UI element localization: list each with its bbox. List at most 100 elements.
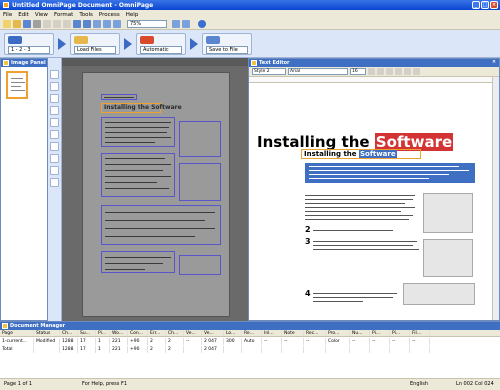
column-header[interactable]: Wo... — [110, 330, 128, 336]
fit-page-icon[interactable] — [172, 20, 180, 28]
pointer-tool-icon[interactable] — [50, 70, 59, 79]
zoom-in-icon[interactable] — [103, 20, 111, 28]
column-header[interactable]: Ch... — [60, 330, 78, 336]
redo-icon[interactable] — [83, 20, 91, 28]
table-cell: Modified — [34, 338, 60, 345]
vertical-scrollbar[interactable] — [492, 77, 499, 320]
document-image[interactable] — [403, 283, 475, 305]
menu-file[interactable]: File — [3, 12, 12, 18]
text-zone-icon[interactable] — [50, 94, 59, 103]
picture-zone-icon[interactable] — [50, 118, 59, 127]
save-select[interactable]: Save to File — [206, 46, 248, 54]
open-folder-icon[interactable] — [13, 20, 21, 28]
menu-edit[interactable]: Edit — [18, 12, 29, 18]
load-files-select[interactable]: Load Files — [74, 46, 116, 54]
column-header[interactable]: Page — [0, 330, 34, 336]
align-right-icon[interactable] — [413, 68, 420, 75]
menu-format[interactable]: Format — [54, 12, 73, 18]
zone-heading[interactable]: Installing the Software — [101, 103, 182, 113]
column-header[interactable]: Con... — [128, 330, 148, 336]
fit-width-icon[interactable] — [182, 20, 190, 28]
table-zone-icon[interactable] — [50, 106, 59, 115]
save-icon[interactable] — [23, 20, 31, 28]
undo-icon[interactable] — [73, 20, 81, 28]
zone-tool-icon[interactable] — [50, 82, 59, 91]
align-center-icon[interactable] — [404, 68, 411, 75]
column-header[interactable]: Ve... — [184, 330, 202, 336]
paste-icon[interactable] — [63, 20, 71, 28]
bold-icon[interactable] — [368, 68, 375, 75]
workflow-step-load[interactable]: Load Files — [70, 33, 120, 55]
zoom-select[interactable]: 75% — [127, 20, 167, 28]
print-icon[interactable] — [33, 20, 41, 28]
maximize-button[interactable]: □ — [481, 1, 489, 9]
zone-picture[interactable] — [179, 255, 221, 275]
cut-icon[interactable] — [43, 20, 51, 28]
cursor-position: Ln 002 Col 024 — [456, 381, 494, 387]
italic-icon[interactable] — [377, 68, 384, 75]
workflow-step-layout[interactable]: Automatic — [136, 33, 186, 55]
column-header[interactable]: Su... — [78, 330, 96, 336]
table-cell: -- — [304, 338, 326, 345]
page-thumbnail[interactable] — [6, 71, 28, 99]
document-image[interactable] — [423, 239, 473, 277]
column-header[interactable]: Lo... — [224, 330, 242, 336]
zone-step-four[interactable] — [101, 251, 175, 273]
crop-icon[interactable] — [50, 154, 59, 163]
layout-select[interactable]: Automatic — [140, 46, 182, 54]
page-image[interactable]: Installing the Software — [82, 72, 230, 317]
column-header[interactable]: Pro... — [326, 330, 350, 336]
new-document-icon[interactable] — [3, 20, 11, 28]
zone-steps[interactable] — [101, 153, 175, 197]
column-header[interactable]: Nu... — [350, 330, 370, 336]
zone-picture[interactable] — [179, 163, 221, 201]
menu-tools[interactable]: Tools — [79, 12, 93, 18]
menu-view[interactable]: View — [35, 12, 48, 18]
zone-table[interactable] — [101, 205, 221, 245]
column-header[interactable]: Inl... — [262, 330, 282, 336]
zone-paragraph[interactable] — [101, 117, 175, 147]
column-header[interactable]: Ch... — [166, 330, 184, 336]
column-header[interactable]: Status — [34, 330, 60, 336]
zone-picture[interactable] — [179, 121, 221, 157]
text-document[interactable]: Installing the Software Installing the S… — [253, 83, 492, 320]
zone-label[interactable] — [101, 94, 137, 100]
help-icon[interactable] — [198, 20, 206, 28]
menu-help[interactable]: Help — [126, 12, 139, 18]
table-cell: 1288 — [60, 346, 78, 353]
table-row[interactable]: 1-current... Modified 1288 17 1 221 +90 2 2 -- 2 0… — [0, 338, 500, 345]
column-header[interactable]: Pi... — [390, 330, 410, 336]
column-header[interactable]: Pi... — [370, 330, 390, 336]
table-row[interactable]: Total 1288 17 1 221 +90 2 2 2 047 — [0, 346, 500, 353]
zoom-out-icon[interactable] — [113, 20, 121, 28]
close-icon[interactable]: × — [491, 60, 497, 66]
deskew-icon[interactable] — [50, 142, 59, 151]
table-cell: Total — [0, 346, 34, 353]
column-header[interactable]: Err... — [148, 330, 166, 336]
page-range-select[interactable]: 1 - 2 - 3 — [8, 46, 50, 54]
close-button[interactable]: × — [490, 1, 498, 9]
underline-icon[interactable] — [386, 68, 393, 75]
rotate-icon[interactable] — [50, 130, 59, 139]
workflow-step-save[interactable]: Save to File — [202, 33, 252, 55]
selected-heading-zone[interactable]: Installing the Software — [301, 149, 421, 159]
document-image[interactable] — [423, 193, 473, 233]
align-left-icon[interactable] — [395, 68, 402, 75]
font-select[interactable]: Arial — [288, 68, 348, 75]
menu-process[interactable]: Process — [99, 12, 120, 18]
grid-icon[interactable] — [50, 166, 59, 175]
workflow-step-pages[interactable]: 1 - 2 - 3 — [4, 33, 54, 55]
magnify-icon[interactable] — [50, 178, 59, 187]
style-select[interactable]: Style 2 — [252, 68, 286, 75]
minimize-button[interactable]: _ — [472, 1, 480, 9]
column-header[interactable]: Ve... — [202, 330, 224, 336]
column-header[interactable]: Rec... — [304, 330, 326, 336]
copy-icon[interactable] — [53, 20, 61, 28]
column-header[interactable]: Re... — [242, 330, 262, 336]
font-size-select[interactable]: 16 — [350, 68, 366, 75]
column-header[interactable]: Fil... — [410, 330, 430, 336]
column-header[interactable]: Note — [282, 330, 304, 336]
column-header[interactable]: Pi... — [96, 330, 110, 336]
document-manager: Document Manager Page Status Ch... Su... Pi.… — [0, 321, 500, 378]
select-icon[interactable] — [93, 20, 101, 28]
